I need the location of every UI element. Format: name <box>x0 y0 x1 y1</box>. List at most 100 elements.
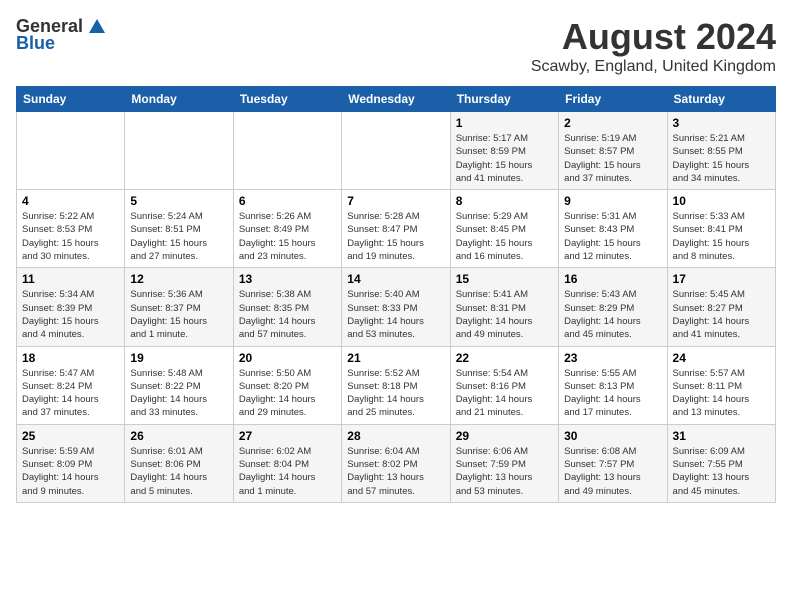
col-header-tuesday: Tuesday <box>233 87 341 112</box>
location-title: Scawby, England, United Kingdom <box>531 58 776 76</box>
day-detail: Sunrise: 6:06 AM Sunset: 7:59 PM Dayligh… <box>456 445 553 498</box>
day-number: 30 <box>564 429 661 443</box>
calendar-cell <box>125 112 233 190</box>
calendar-cell: 20Sunrise: 5:50 AM Sunset: 8:20 PM Dayli… <box>233 346 341 424</box>
calendar-cell: 8 Sunrise: 5:29 AM Sunset: 8:45 PM Daylig… <box>450 190 558 268</box>
col-header-friday: Friday <box>559 87 667 112</box>
day-number: 8 <box>456 194 553 208</box>
day-number: 28 <box>347 429 444 443</box>
day-detail: Sunrise: 5:59 AM Sunset: 8:09 PM Dayligh… <box>22 445 119 498</box>
calendar-cell: 11 Sunrise: 5:34 AM Sunset: 8:39 PM Dayli… <box>17 268 125 346</box>
logo-blue-text: Blue <box>16 33 55 54</box>
day-number: 22 <box>456 351 553 365</box>
calendar-cell: 13Sunrise: 5:38 AM Sunset: 8:35 PM Dayli… <box>233 268 341 346</box>
day-number: 4 <box>22 194 119 208</box>
col-header-wednesday: Wednesday <box>342 87 450 112</box>
logo-icon <box>87 17 107 37</box>
day-number: 12 <box>130 272 227 286</box>
calendar-cell <box>342 112 450 190</box>
day-detail: Sunrise: 5:38 AM Sunset: 8:35 PM Dayligh… <box>239 288 336 341</box>
calendar-cell: 19 Sunrise: 5:48 AM Sunset: 8:22 PM Dayli… <box>125 346 233 424</box>
day-number: 2 <box>564 116 661 130</box>
title-block: August 2024 Scawby, England, United King… <box>531 16 776 76</box>
calendar-week-row: 1 Sunrise: 5:17 AM Sunset: 8:59 PM Daylig… <box>17 112 776 190</box>
calendar-table: SundayMondayTuesdayWednesdayThursdayFrid… <box>16 86 776 503</box>
calendar-cell: 1 Sunrise: 5:17 AM Sunset: 8:59 PM Daylig… <box>450 112 558 190</box>
calendar-cell: 14 Sunrise: 5:40 AM Sunset: 8:33 PM Dayli… <box>342 268 450 346</box>
calendar-cell: 17Sunrise: 5:45 AM Sunset: 8:27 PM Dayli… <box>667 268 775 346</box>
col-header-thursday: Thursday <box>450 87 558 112</box>
day-detail: Sunrise: 5:55 AM Sunset: 8:13 PM Dayligh… <box>564 367 661 420</box>
day-number: 17 <box>673 272 770 286</box>
calendar-cell: 25 Sunrise: 5:59 AM Sunset: 8:09 PM Dayli… <box>17 424 125 502</box>
calendar-cell: 22 Sunrise: 5:54 AM Sunset: 8:16 PM Dayli… <box>450 346 558 424</box>
calendar-header-row: SundayMondayTuesdayWednesdayThursdayFrid… <box>17 87 776 112</box>
day-detail: Sunrise: 5:26 AM Sunset: 8:49 PM Dayligh… <box>239 210 336 263</box>
calendar-cell: 16Sunrise: 5:43 AM Sunset: 8:29 PM Dayli… <box>559 268 667 346</box>
day-number: 19 <box>130 351 227 365</box>
day-detail: Sunrise: 5:33 AM Sunset: 8:41 PM Dayligh… <box>673 210 770 263</box>
day-detail: Sunrise: 5:17 AM Sunset: 8:59 PM Dayligh… <box>456 132 553 185</box>
day-detail: Sunrise: 5:40 AM Sunset: 8:33 PM Dayligh… <box>347 288 444 341</box>
day-number: 15 <box>456 272 553 286</box>
calendar-cell: 31 Sunrise: 6:09 AM Sunset: 7:55 PM Dayli… <box>667 424 775 502</box>
day-detail: Sunrise: 5:29 AM Sunset: 8:45 PM Dayligh… <box>456 210 553 263</box>
day-number: 25 <box>22 429 119 443</box>
col-header-monday: Monday <box>125 87 233 112</box>
day-detail: Sunrise: 5:31 AM Sunset: 8:43 PM Dayligh… <box>564 210 661 263</box>
day-detail: Sunrise: 6:02 AM Sunset: 8:04 PM Dayligh… <box>239 445 336 498</box>
day-number: 27 <box>239 429 336 443</box>
day-number: 14 <box>347 272 444 286</box>
day-detail: Sunrise: 5:50 AM Sunset: 8:20 PM Dayligh… <box>239 367 336 420</box>
day-number: 11 <box>22 272 119 286</box>
calendar-cell: 29 Sunrise: 6:06 AM Sunset: 7:59 PM Dayli… <box>450 424 558 502</box>
calendar-cell: 30 Sunrise: 6:08 AM Sunset: 7:57 PM Dayli… <box>559 424 667 502</box>
calendar-cell <box>233 112 341 190</box>
day-number: 6 <box>239 194 336 208</box>
day-detail: Sunrise: 5:43 AM Sunset: 8:29 PM Dayligh… <box>564 288 661 341</box>
day-detail: Sunrise: 5:36 AM Sunset: 8:37 PM Dayligh… <box>130 288 227 341</box>
col-header-sunday: Sunday <box>17 87 125 112</box>
calendar-week-row: 18Sunrise: 5:47 AM Sunset: 8:24 PM Dayli… <box>17 346 776 424</box>
day-number: 21 <box>347 351 444 365</box>
day-number: 26 <box>130 429 227 443</box>
day-detail: Sunrise: 6:09 AM Sunset: 7:55 PM Dayligh… <box>673 445 770 498</box>
day-detail: Sunrise: 5:19 AM Sunset: 8:57 PM Dayligh… <box>564 132 661 185</box>
day-detail: Sunrise: 5:24 AM Sunset: 8:51 PM Dayligh… <box>130 210 227 263</box>
calendar-cell: 28 Sunrise: 6:04 AM Sunset: 8:02 PM Dayli… <box>342 424 450 502</box>
day-detail: Sunrise: 6:01 AM Sunset: 8:06 PM Dayligh… <box>130 445 227 498</box>
calendar-week-row: 11 Sunrise: 5:34 AM Sunset: 8:39 PM Dayli… <box>17 268 776 346</box>
calendar-cell: 18Sunrise: 5:47 AM Sunset: 8:24 PM Dayli… <box>17 346 125 424</box>
day-number: 24 <box>673 351 770 365</box>
calendar-cell: 5Sunrise: 5:24 AM Sunset: 8:51 PM Daylig… <box>125 190 233 268</box>
calendar-cell: 9 Sunrise: 5:31 AM Sunset: 8:43 PM Daylig… <box>559 190 667 268</box>
calendar-cell: 3Sunrise: 5:21 AM Sunset: 8:55 PM Daylig… <box>667 112 775 190</box>
day-number: 23 <box>564 351 661 365</box>
day-number: 1 <box>456 116 553 130</box>
month-title: August 2024 <box>531 16 776 58</box>
calendar-cell <box>17 112 125 190</box>
day-detail: Sunrise: 5:34 AM Sunset: 8:39 PM Dayligh… <box>22 288 119 341</box>
day-detail: Sunrise: 5:21 AM Sunset: 8:55 PM Dayligh… <box>673 132 770 185</box>
calendar-cell: 24 Sunrise: 5:57 AM Sunset: 8:11 PM Dayli… <box>667 346 775 424</box>
calendar-cell: 2 Sunrise: 5:19 AM Sunset: 8:57 PM Daylig… <box>559 112 667 190</box>
day-detail: Sunrise: 5:48 AM Sunset: 8:22 PM Dayligh… <box>130 367 227 420</box>
day-detail: Sunrise: 5:41 AM Sunset: 8:31 PM Dayligh… <box>456 288 553 341</box>
day-number: 31 <box>673 429 770 443</box>
day-number: 29 <box>456 429 553 443</box>
day-number: 9 <box>564 194 661 208</box>
calendar-week-row: 4Sunrise: 5:22 AM Sunset: 8:53 PM Daylig… <box>17 190 776 268</box>
day-detail: Sunrise: 6:04 AM Sunset: 8:02 PM Dayligh… <box>347 445 444 498</box>
logo: General Blue <box>16 16 107 54</box>
day-detail: Sunrise: 5:54 AM Sunset: 8:16 PM Dayligh… <box>456 367 553 420</box>
day-number: 10 <box>673 194 770 208</box>
col-header-saturday: Saturday <box>667 87 775 112</box>
day-detail: Sunrise: 6:08 AM Sunset: 7:57 PM Dayligh… <box>564 445 661 498</box>
day-detail: Sunrise: 5:57 AM Sunset: 8:11 PM Dayligh… <box>673 367 770 420</box>
day-detail: Sunrise: 5:52 AM Sunset: 8:18 PM Dayligh… <box>347 367 444 420</box>
calendar-cell: 21 Sunrise: 5:52 AM Sunset: 8:18 PM Dayli… <box>342 346 450 424</box>
page-header: General Blue August 2024 Scawby, England… <box>16 16 776 76</box>
calendar-cell: 23 Sunrise: 5:55 AM Sunset: 8:13 PM Dayli… <box>559 346 667 424</box>
day-number: 18 <box>22 351 119 365</box>
calendar-cell: 26 Sunrise: 6:01 AM Sunset: 8:06 PM Dayli… <box>125 424 233 502</box>
